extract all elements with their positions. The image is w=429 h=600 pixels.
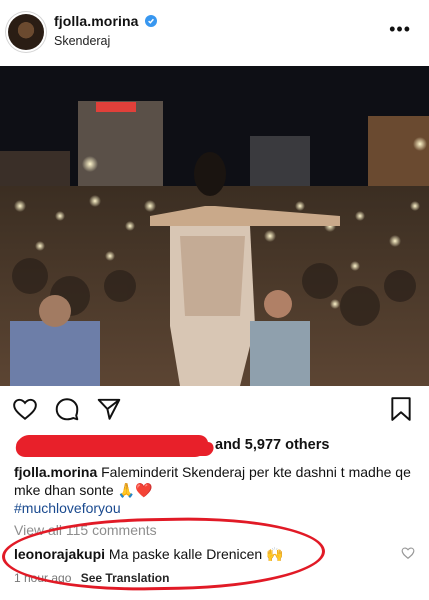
- username-row: fjolla.morina: [54, 13, 157, 29]
- view-all-comments-link[interactable]: View all 115 comments: [14, 522, 157, 538]
- ellipsis-icon[interactable]: •••: [389, 20, 411, 38]
- comment-text: Ma paske kalle Drenicen: [108, 546, 263, 562]
- likes-count[interactable]: and 5,977 others: [215, 437, 329, 453]
- caption: fjolla.morina Faleminderit Skenderaj per…: [14, 463, 414, 517]
- comment-item: leonorajakupi Ma paske kalle Drenicen 🙌: [14, 546, 284, 563]
- comment-icon[interactable]: [54, 396, 80, 427]
- post-header: fjolla.morina Skenderaj •••: [0, 0, 429, 66]
- avatar[interactable]: [8, 14, 44, 50]
- post-photo[interactable]: [0, 66, 429, 386]
- comment-emoji: 🙌: [266, 546, 284, 562]
- heart-icon[interactable]: [12, 396, 38, 427]
- verified-badge-icon: [144, 15, 157, 27]
- post-location[interactable]: Skenderaj: [54, 34, 110, 48]
- action-bar: [0, 392, 429, 426]
- post-username[interactable]: fjolla.morina: [54, 13, 139, 29]
- likes-row: and 5,977 others: [14, 433, 414, 457]
- comment-time: 1 hour ago: [14, 571, 72, 585]
- redaction-scribble: [14, 435, 210, 457]
- caption-hashtag[interactable]: #muchloveforyou: [14, 500, 121, 516]
- see-translation-link[interactable]: See Translation: [81, 571, 170, 585]
- bookmark-icon[interactable]: [389, 396, 413, 427]
- comment-username[interactable]: leonorajakupi: [14, 546, 105, 562]
- comment-meta: 1 hour ago See Translation: [14, 571, 169, 585]
- caption-emojis: 🙏❤️: [117, 482, 153, 498]
- share-icon[interactable]: [96, 396, 122, 427]
- comment-like-heart-icon[interactable]: [401, 546, 415, 565]
- caption-username[interactable]: fjolla.morina: [14, 464, 97, 480]
